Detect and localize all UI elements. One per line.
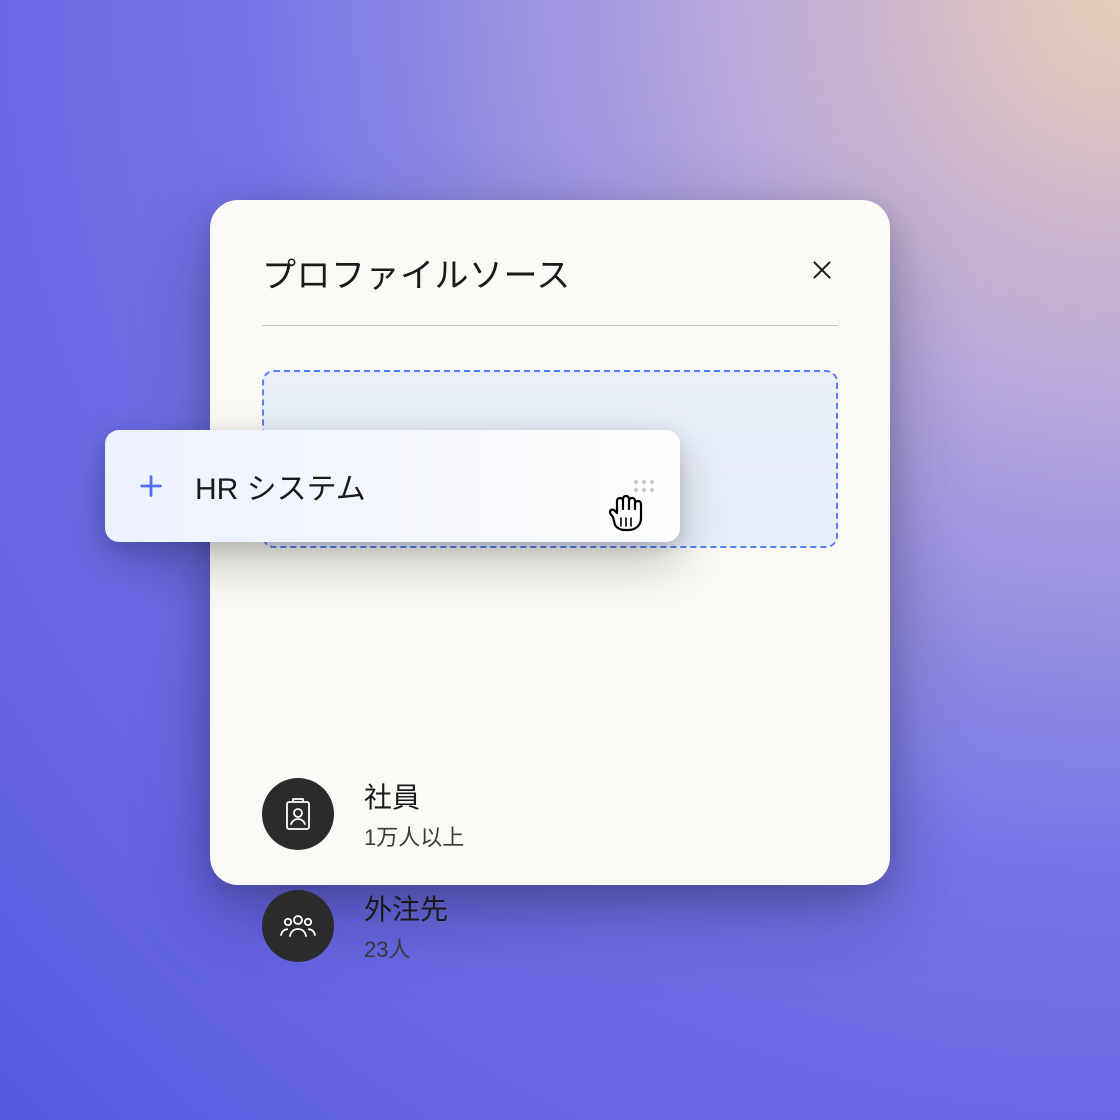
item-text: 外注先 23人: [364, 888, 448, 964]
item-subtitle: 1万人以上: [364, 820, 464, 852]
item-subtitle: 23人: [364, 932, 448, 964]
close-icon: [809, 257, 835, 288]
list-item[interactable]: 外注先 23人: [262, 888, 838, 964]
card-header: プロファイルソース: [262, 248, 838, 326]
people-group-icon: [262, 890, 334, 962]
plus-icon: [137, 472, 165, 500]
source-list: 社員 1万人以上 外注先 23人: [262, 776, 838, 964]
dragging-item-label: HR システム: [195, 464, 604, 508]
profile-source-card: プロファイルソース 社員 1万人以上: [210, 200, 890, 885]
grab-cursor-icon: [600, 490, 650, 540]
employee-badge-icon: [262, 778, 334, 850]
item-title: 外注先: [364, 888, 448, 928]
list-item[interactable]: 社員 1万人以上: [262, 776, 838, 852]
card-title: プロファイルソース: [262, 248, 571, 297]
close-button[interactable]: [806, 257, 838, 289]
item-text: 社員 1万人以上: [364, 776, 464, 852]
item-title: 社員: [364, 776, 464, 816]
dragging-item[interactable]: HR システム: [105, 430, 680, 542]
